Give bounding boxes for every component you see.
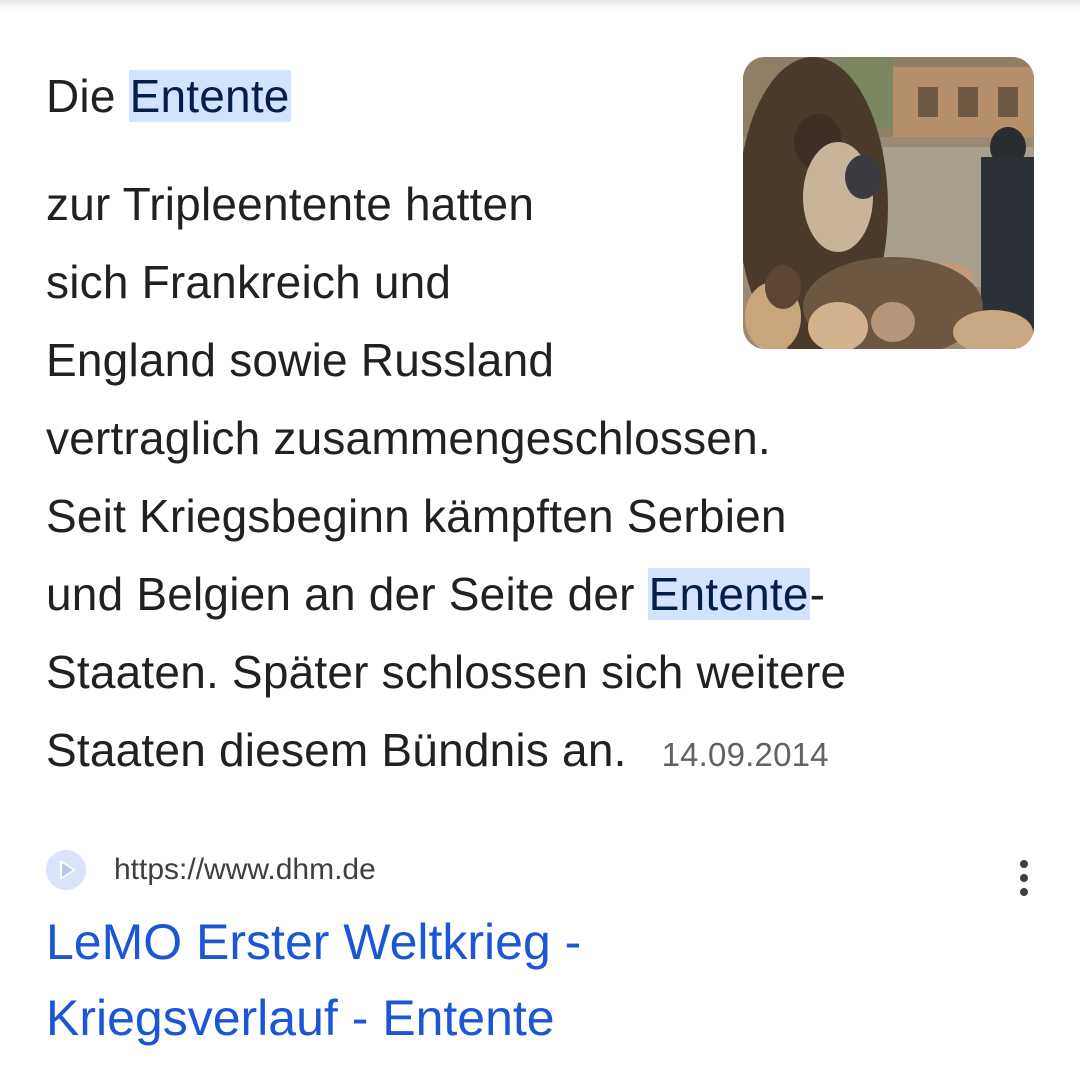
snippet-last-line: Staaten diesem Bündnis an. 14.09.2014 [46, 711, 829, 794]
top-divider [0, 0, 1080, 10]
source-url[interactable]: https://www.dhm.de [114, 850, 376, 890]
snippet-date: 14.09.2014 [661, 736, 829, 773]
dhm-play-icon[interactable] [46, 850, 86, 890]
snippet-line: Seit Kriegsbeginn kämpften Serbien [46, 490, 787, 542]
line6-suffix: - [809, 568, 826, 620]
snippet-line: vertraglich zusammengeschlossen. [46, 412, 771, 464]
heading-highlight: Entente [128, 70, 291, 122]
result-source: https://www.dhm.de [46, 846, 1036, 896]
snippet-heading: Die Entente [46, 57, 291, 135]
snippet-line: Staaten. Später schlossen sich weitere [46, 646, 847, 698]
inline-highlight: Entente [647, 568, 810, 620]
result-title-link[interactable]: LeMO Erster Weltkrieg - Kriegsverlauf - … [46, 904, 1026, 1056]
snippet-line: zur Tripleentente hatten [46, 178, 535, 230]
more-vert-icon[interactable] [1012, 850, 1036, 898]
result-title-line: LeMO Erster Weltkrieg - [46, 914, 582, 970]
result-title-line: Kriegsverlauf - Entente [46, 990, 555, 1046]
snippet-line-text: Staaten diesem Bündnis an. [46, 724, 627, 776]
featured-snippet: Die Entente zur Tripleentente hatten sic… [46, 60, 1026, 800]
snippet-line: England sowie Russland [46, 334, 555, 386]
snippet-line-with-highlight: und Belgien an der Seite der Entente- [46, 555, 825, 633]
heading-prefix: Die [46, 70, 116, 122]
line6-prefix: und Belgien an der Seite der [46, 568, 635, 620]
snippet-line: sich Frankreich und [46, 256, 452, 308]
